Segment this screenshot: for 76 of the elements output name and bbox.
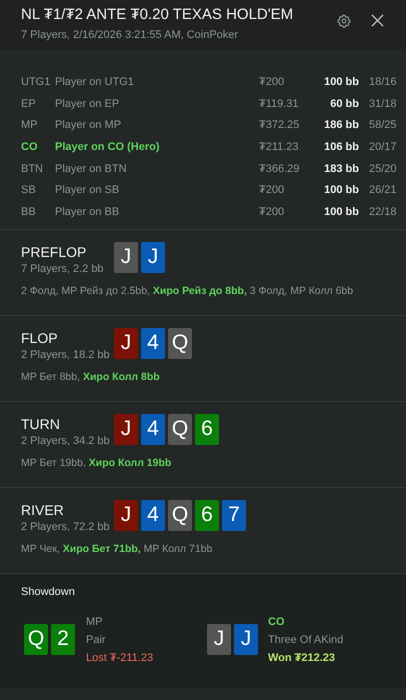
player-stack: ₮211.23: [259, 140, 300, 153]
player-position: CO: [21, 140, 38, 153]
street-info: 2 Players, 34.2 bb: [21, 434, 111, 447]
player-position: BB: [21, 206, 37, 218]
player-stack: ₮200: [259, 184, 286, 196]
playing-card: J: [234, 624, 258, 655]
action-line: MP Бет 8bb, Хиро Колл 8bb: [21, 370, 161, 383]
player-name: Player on CO (Hero): [55, 140, 161, 153]
playing-card: J: [114, 328, 138, 359]
playing-card: Q: [168, 328, 192, 359]
player-stats: 20/17: [369, 140, 397, 153]
player-position: UTG1: [21, 76, 52, 88]
playing-card: J: [114, 414, 138, 445]
player-stack-bb: 106 bb: [323, 140, 359, 153]
hand-rank: Three Of AKind: [268, 634, 344, 646]
player-stack: ₮200: [259, 76, 286, 88]
player-name: Player on MP: [55, 119, 122, 132]
street-info: 2 Players, 72.2 bb: [21, 520, 111, 533]
showdown-position: CO: [268, 616, 286, 628]
player-stack: ₮366.29: [259, 162, 300, 175]
player-stack-bb: 60 bb: [329, 98, 359, 110]
playing-card: Q: [168, 500, 192, 531]
hand-result: Won ₮212.23: [268, 652, 336, 664]
playing-card: 6: [195, 414, 219, 445]
player-stack-bb: 100 bb: [323, 76, 359, 88]
player-name: Player on BTN: [55, 162, 128, 175]
action-line: 2 Фолд, MP Рейз до 2.5bb, Хиро Рейз до 8bb, 3 Фолд, MP Колл 6bb: [21, 284, 354, 297]
hand-title: NL ₮1/₮2 ANTE ₮0.20 TEXAS HOLD'EM: [21, 6, 294, 23]
player-stats: 22/18: [369, 206, 397, 218]
playing-card: Q: [24, 624, 48, 655]
playing-card: Q: [168, 414, 192, 445]
player-stack: ₮119.31: [259, 98, 300, 110]
player-stats: 31/18: [369, 98, 397, 110]
hand-result: Lost ₮-211.23: [86, 652, 154, 664]
street-name: PREFLOP: [21, 244, 88, 260]
playing-card: 7: [222, 500, 246, 531]
player-stats: 18/16: [369, 76, 397, 88]
player-stack: ₮372.25: [259, 119, 300, 132]
playing-card: 6: [195, 500, 219, 531]
player-position: EP: [21, 98, 37, 110]
action-line: MP Чек, Хиро Бет 71bb, MP Колл 71bb: [21, 542, 214, 555]
street-info: 2 Players, 18.2 bb: [21, 348, 111, 361]
playing-card: 4: [141, 414, 165, 445]
showdown-position: MP: [86, 616, 104, 628]
player-name: Player on EP: [55, 98, 120, 110]
playing-card: J: [207, 624, 231, 655]
playing-card: 2: [51, 624, 75, 655]
player-position: BTN: [21, 162, 44, 175]
street-name: TURN: [21, 416, 61, 432]
playing-card: 4: [141, 500, 165, 531]
action-line: MP Бет 19bb, Хиро Колл 19bb: [21, 456, 172, 469]
player-stack-bb: 186 bb: [323, 119, 359, 132]
street-info: 7 Players, 2.2 bb: [21, 262, 105, 275]
player-position: MP: [21, 119, 38, 132]
player-position: SB: [21, 184, 37, 196]
settings-icon[interactable]: [337, 14, 351, 28]
player-name: Player on UTG1: [55, 76, 135, 88]
hand-subtitle: 7 Players, 2/16/2026 3:21:55 AM, CoinPoker: [21, 29, 240, 41]
player-stats: 58/25: [369, 119, 397, 132]
player-stack-bb: 100 bb: [323, 184, 359, 196]
street-name: FLOP: [21, 330, 59, 346]
close-icon[interactable]: [371, 14, 384, 27]
player-stats: 26/21: [369, 184, 397, 196]
hand-rank: Pair: [86, 634, 107, 646]
street-name: RIVER: [21, 502, 65, 518]
playing-card: J: [141, 242, 165, 273]
showdown-title: Showdown: [21, 586, 76, 598]
player-stack-bb: 100 bb: [323, 206, 359, 218]
player-stack-bb: 183 bb: [323, 162, 359, 175]
playing-card: J: [114, 242, 138, 273]
playing-card: J: [114, 500, 138, 531]
player-name: Player on SB: [55, 184, 120, 196]
player-stats: 25/20: [369, 162, 397, 175]
player-name: Player on BB: [55, 206, 120, 218]
player-stack: ₮200: [259, 206, 286, 218]
playing-card: 4: [141, 328, 165, 359]
